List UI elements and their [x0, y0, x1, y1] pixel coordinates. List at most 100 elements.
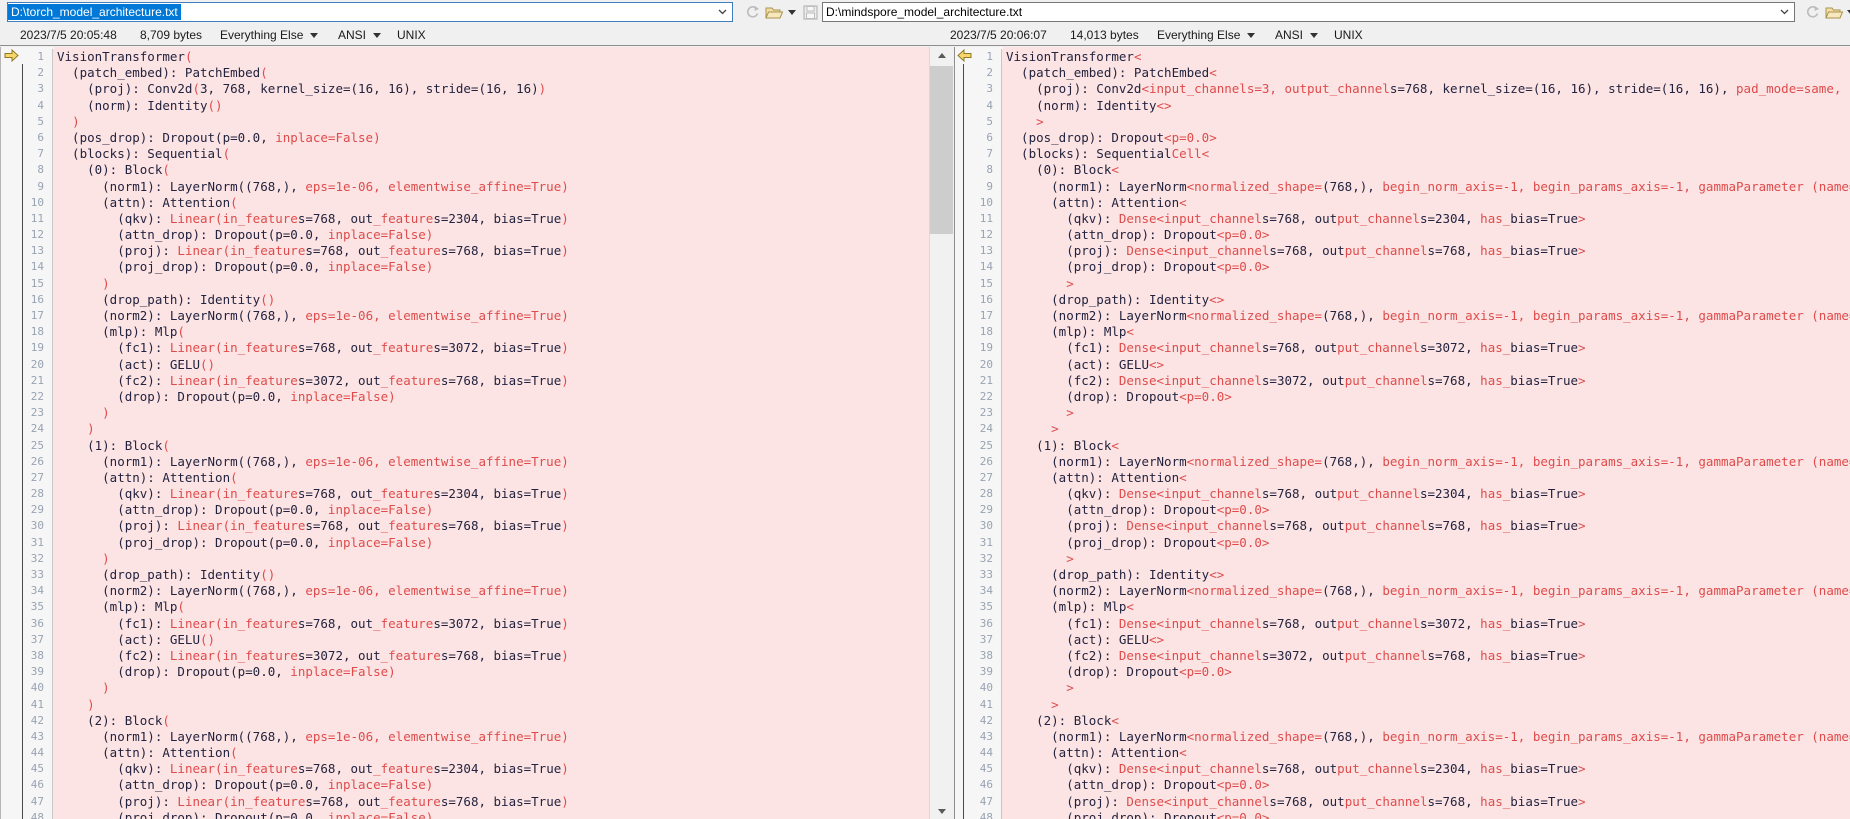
left-vertical-scrollbar[interactable] [929, 47, 953, 819]
code-line-text: ) [53, 405, 929, 421]
code-line-text: (drop): Dropout<p=0.0> [1002, 389, 1850, 405]
code-line-text: (act): GELU<> [1002, 632, 1850, 648]
line-number: 39 [1, 664, 53, 680]
code-line-text: (fc2): Linear(in_features=3072, out_feat… [53, 373, 929, 389]
code-line: 32 > [955, 551, 1850, 567]
code-line-text: (fc1): Linear(in_features=768, out_featu… [53, 616, 929, 632]
scroll-down-icon [938, 809, 946, 814]
code-line: 48 (proj_drop): Dropout(p=0.0, inplace=F… [1, 810, 929, 819]
line-number: 15 [1, 276, 53, 292]
code-line: 41 > [955, 697, 1850, 713]
left-file-path-combobox[interactable]: D:\torch_model_architecture.txt [7, 2, 733, 22]
code-line: 42 (2): Block( [1, 713, 929, 729]
code-line-text: (act): GELU() [53, 632, 929, 648]
scroll-down-button[interactable] [930, 803, 953, 819]
line-number: 29 [1, 502, 53, 518]
code-line-text: (norm1): LayerNorm<normalized_shape=(768… [1002, 179, 1850, 195]
encoding-dropdown-icon [373, 33, 381, 38]
code-line-text: (attn_drop): Dropout(p=0.0, inplace=Fals… [53, 227, 929, 243]
left-save-button[interactable] [800, 3, 820, 21]
line-number: 20 [1, 357, 53, 373]
code-line: 5 > [955, 114, 1850, 130]
code-line: 30 (proj): Dense<input_channels=768, out… [955, 518, 1850, 534]
left-open-file-button[interactable] [764, 3, 784, 21]
code-line-text: (norm1): LayerNorm((768,), eps=1e-06, el… [53, 454, 929, 470]
code-line: 25 (1): Block< [955, 438, 1850, 454]
right-file-filter-dropdown[interactable]: Everything Else [1157, 27, 1255, 43]
code-line-text: (norm1): LayerNorm<normalized_shape=(768… [1002, 454, 1850, 470]
line-number: 12 [1, 227, 53, 243]
scrollbar-thumb[interactable] [930, 66, 953, 234]
line-number: 14 [1, 259, 53, 275]
scroll-up-icon [938, 53, 946, 58]
code-line-text: (attn): Attention( [53, 745, 929, 761]
code-line: 16 (drop_path): Identity() [1, 292, 929, 308]
code-line: 14 (proj_drop): Dropout<p=0.0> [955, 259, 1850, 275]
right-refresh-button[interactable] [1802, 3, 1822, 21]
code-line: 36 (fc1): Linear(in_features=768, out_fe… [1, 616, 929, 632]
code-line-text: (norm2): LayerNorm((768,), eps=1e-06, el… [53, 583, 929, 599]
code-line: 42 (2): Block< [955, 713, 1850, 729]
right-open-dropdown-button[interactable] [1845, 3, 1850, 21]
code-line-text: (mlp): Mlp( [53, 599, 929, 615]
code-line-text: (attn): Attention< [1002, 745, 1850, 761]
code-line: 38 (fc2): Linear(in_features=3072, out_f… [1, 648, 929, 664]
refresh-icon [745, 5, 760, 20]
right-file-path[interactable]: D:\mindspore_model_architecture.txt [823, 4, 1025, 20]
right-open-file-button[interactable] [1824, 3, 1844, 21]
line-number: 45 [1, 761, 53, 777]
left-file-path[interactable]: D:\torch_model_architecture.txt [8, 4, 181, 20]
diff-extent-line [22, 64, 23, 819]
line-number: 11 [1, 211, 53, 227]
code-line: 9 (norm1): LayerNorm<normalized_shape=(7… [955, 179, 1850, 195]
code-line: 33 (drop_path): Identity<> [955, 567, 1850, 583]
left-open-dropdown-button[interactable] [786, 3, 798, 21]
code-line: 24 > [955, 421, 1850, 437]
code-line: 48 (proj_drop): Dropout<p=0.0> [955, 810, 1850, 819]
code-line: 46 (attn_drop): Dropout<p=0.0> [955, 777, 1850, 793]
right-code-editor[interactable]: 1VisionTransformer<2 (patch_embed): Patc… [955, 49, 1850, 819]
right-encoding-dropdown[interactable]: ANSI [1275, 27, 1318, 43]
code-line-text: (attn): Attention( [53, 195, 929, 211]
code-line-text: (proj_drop): Dropout<p=0.0> [1002, 535, 1850, 551]
code-line-text: (pos_drop): Dropout(p=0.0, inplace=False… [53, 130, 929, 146]
line-number: 25 [1, 438, 53, 454]
left-code-editor[interactable]: 1VisionTransformer(2 (patch_embed): Patc… [1, 49, 929, 819]
code-line: 7 (blocks): Sequential( [1, 146, 929, 162]
right-file-path-combobox[interactable]: D:\mindspore_model_architecture.txt [822, 2, 1795, 22]
code-line: 25 (1): Block( [1, 438, 929, 454]
line-number: 18 [1, 324, 53, 340]
code-line-text: (qkv): Dense<input_channels=768, output_… [1002, 761, 1850, 777]
current-diff-pointer-icon [4, 49, 19, 62]
line-number: 2 [1, 65, 53, 81]
line-number: 8 [1, 162, 53, 178]
code-line-text: (drop): Dropout(p=0.0, inplace=False) [53, 664, 929, 680]
code-line-text: (qkv): Dense<input_channels=768, output_… [1002, 211, 1850, 227]
code-line-text: (attn): Attention( [53, 470, 929, 486]
line-number: 48 [1, 810, 53, 819]
right-combo-dropdown-button[interactable] [1776, 4, 1793, 20]
code-line-text: (proj): Linear(in_features=768, out_feat… [53, 518, 929, 534]
code-line-text: (pos_drop): Dropout<p=0.0> [1002, 130, 1850, 146]
left-file-modified-time: 2023/7/5 20:05:48 [20, 27, 117, 43]
code-line: 20 (act): GELU<> [955, 357, 1850, 373]
line-number: 36 [1, 616, 53, 632]
left-combo-dropdown-button[interactable] [714, 4, 731, 20]
line-number: 43 [1, 729, 53, 745]
save-icon [803, 5, 818, 20]
code-line-text: > [1002, 276, 1850, 292]
left-encoding-dropdown[interactable]: ANSI [338, 27, 381, 43]
line-number: 19 [1, 340, 53, 356]
code-line-text: (drop_path): Identity() [53, 292, 929, 308]
left-refresh-button[interactable] [742, 3, 762, 21]
line-number: 28 [1, 486, 53, 502]
code-line-text: VisionTransformer( [53, 49, 929, 65]
left-file-filter-dropdown[interactable]: Everything Else [220, 27, 318, 43]
code-line-text: (proj): Dense<input_channels=768, output… [1002, 243, 1850, 259]
code-line: 17 (norm2): LayerNorm((768,), eps=1e-06,… [1, 308, 929, 324]
code-line: 44 (attn): Attention( [1, 745, 929, 761]
scroll-up-button[interactable] [930, 47, 953, 64]
code-line-text: (mlp): Mlp< [1002, 599, 1850, 615]
code-line: 14 (proj_drop): Dropout(p=0.0, inplace=F… [1, 259, 929, 275]
code-line: 47 (proj): Linear(in_features=768, out_f… [1, 794, 929, 810]
